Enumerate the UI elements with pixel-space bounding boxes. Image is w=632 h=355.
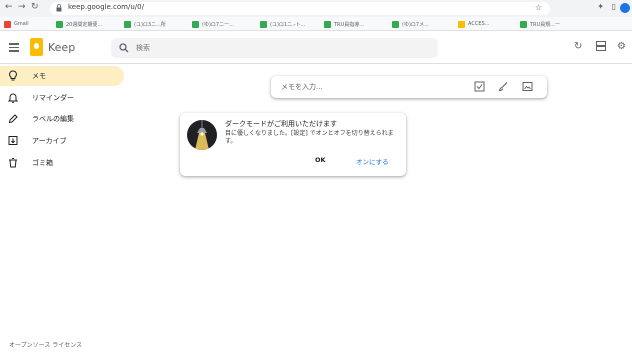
forward-icon[interactable]: → <box>18 2 26 12</box>
search-input[interactable] <box>136 42 416 54</box>
profile-avatar[interactable] <box>620 3 630 13</box>
sidebar: メモ リマインダー ラベルの編集 アーカイブ ゴミ箱 <box>0 64 130 355</box>
search-icon[interactable] <box>119 43 129 53</box>
sidebar-item-edit-labels[interactable]: ラベルの編集 <box>0 109 124 129</box>
star-icon[interactable]: ☆ <box>535 3 542 12</box>
sidebar-item-reminders[interactable]: リマインダー <box>0 88 124 108</box>
dark-mode-notice: ダークモードがご利用いただけます 目に優しくなりました。[設定] でオンとオフを… <box>180 113 406 176</box>
enable-dark-mode-button[interactable]: オンにする <box>356 156 389 166</box>
bell-icon <box>8 93 18 103</box>
app-title: Keep <box>48 41 76 54</box>
sheet-icon <box>124 20 131 28</box>
drive-icon <box>458 20 465 28</box>
sheet-icon <box>520 20 527 28</box>
url-text: keep.google.com/u/0/ <box>68 3 144 11</box>
browser-toolbar: ← → ↻ keep.google.com/u/0/ ☆ ✦ ▯ <box>0 0 632 17</box>
reload-icon[interactable]: ↻ <box>31 2 39 12</box>
dark-mode-title: ダークモードがご利用いただけます <box>225 120 337 128</box>
google-icon <box>4 20 11 28</box>
address-bar[interactable]: keep.google.com/u/0/ ☆ <box>50 2 550 15</box>
list-view-icon[interactable] <box>596 41 606 51</box>
search-bar[interactable] <box>111 38 438 58</box>
sidebar-item-archive[interactable]: アーカイブ <box>0 131 124 151</box>
note-placeholder: メモを入力... <box>281 83 323 91</box>
bookmark-item[interactable]: TRU員指導... <box>324 20 364 28</box>
bookmark-item[interactable]: (ユ)ロ3ニ...所 <box>124 20 166 28</box>
bookmark-item[interactable]: ACCES... <box>458 20 489 28</box>
sidebar-item-notes[interactable]: メモ <box>0 66 124 86</box>
lamp-illustration-icon <box>187 120 217 150</box>
lightbulb-icon <box>9 70 17 81</box>
refresh-icon[interactable]: ↻ <box>574 41 582 52</box>
bookmark-item[interactable]: (ユ)ロ1ニ.-ト... <box>260 20 305 28</box>
bookmark-item[interactable]: (ゆ)ロ7ニー... <box>192 20 234 28</box>
dark-mode-body: 目に優しくなりました。[設定] でオンとオフを切り替えられます。 <box>225 130 394 145</box>
ok-button[interactable]: OK <box>315 156 326 164</box>
bookmark-item[interactable]: TRU員規...ー <box>520 20 560 28</box>
sheet-icon <box>392 20 399 28</box>
brush-icon[interactable] <box>498 81 509 92</box>
main-menu-icon[interactable] <box>9 43 19 52</box>
take-note-input[interactable]: メモを入力... <box>271 76 547 98</box>
sheet-icon <box>192 20 199 28</box>
trash-icon <box>9 158 17 168</box>
sheet-icon <box>260 20 267 28</box>
image-icon[interactable] <box>522 81 533 92</box>
bookmark-item[interactable]: Gmail <box>4 20 29 28</box>
bookmark-item[interactable]: (ゆ)ロ7メ... <box>392 20 429 28</box>
sidepanel-icon[interactable]: ▯ <box>612 2 616 11</box>
extensions-icon[interactable]: ✦ <box>597 2 604 11</box>
settings-icon[interactable]: ⚙ <box>617 41 626 52</box>
archive-icon <box>8 136 18 145</box>
sidebar-item-trash[interactable]: ゴミ箱 <box>0 153 124 173</box>
lock-icon <box>56 4 62 12</box>
checkbox-icon[interactable] <box>474 81 485 92</box>
open-source-license-link[interactable]: オープンソース ライセンス <box>9 340 82 349</box>
bookmark-item[interactable]: 20週間定期便... <box>56 20 102 28</box>
back-icon[interactable]: ← <box>5 2 13 12</box>
bookmarks-bar: Gmail 20週間定期便... (ユ)ロ3ニ...所 (ゆ)ロ7ニー... (… <box>0 17 632 31</box>
pencil-icon <box>8 114 18 124</box>
app-header: Keep ↻ ⚙ <box>0 31 632 64</box>
sheet-icon <box>56 20 63 28</box>
keep-logo-icon <box>30 38 43 56</box>
sheet-icon <box>324 20 331 28</box>
